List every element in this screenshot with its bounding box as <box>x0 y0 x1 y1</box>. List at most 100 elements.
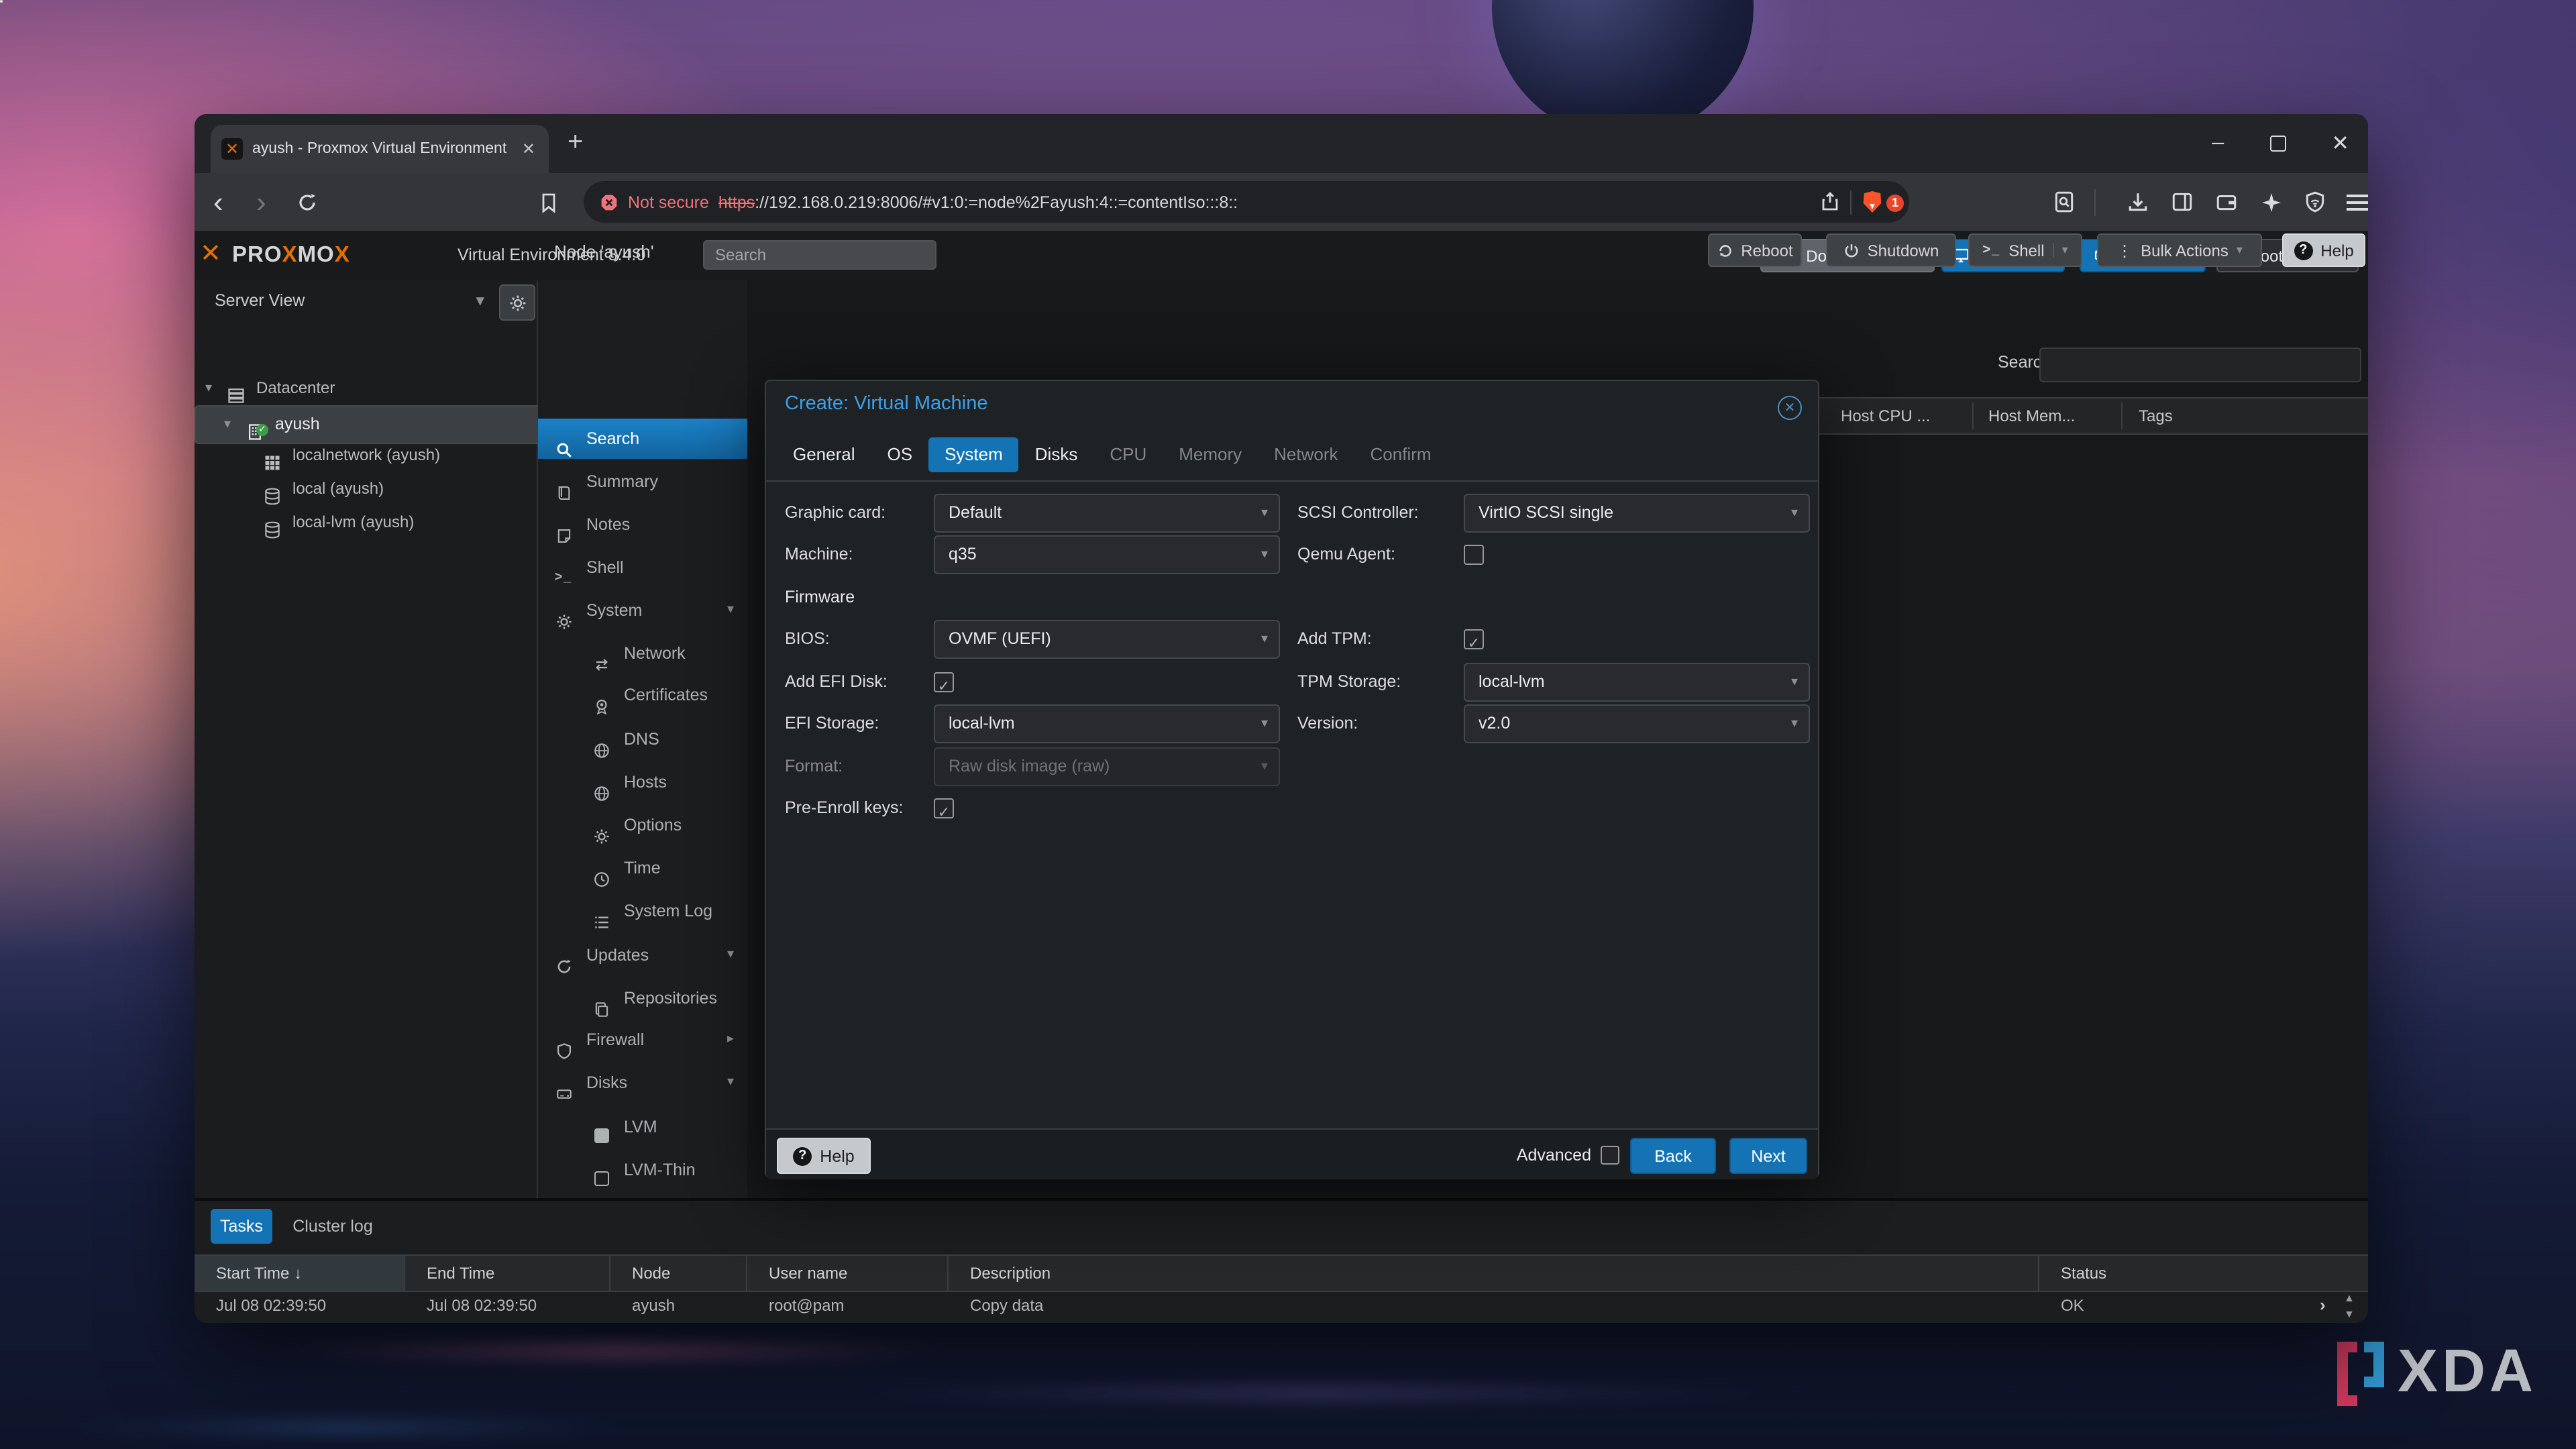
advanced-label: Advanced <box>1497 1138 1591 1174</box>
forward-button[interactable]: › <box>256 173 266 231</box>
global-search-input[interactable] <box>703 240 936 270</box>
advanced-checkbox[interactable] <box>1601 1146 1619 1165</box>
downloads-icon[interactable] <box>2127 173 2149 231</box>
tab-close-icon[interactable]: ✕ <box>519 140 538 158</box>
add-efi-disk-checkbox[interactable] <box>934 672 954 692</box>
column-status[interactable]: Status <box>2039 1256 2340 1291</box>
menu-item-disks[interactable]: Disks ▾ <box>538 1063 747 1103</box>
next-button[interactable]: Next <box>1729 1138 1807 1174</box>
brave-shields-icon[interactable] <box>1861 191 1884 213</box>
scroll-down-icon[interactable]: ▼ <box>2344 1308 2355 1320</box>
menu-item-summary[interactable]: Summary <box>538 462 747 502</box>
menu-item-system-log[interactable]: System Log <box>538 891 747 931</box>
shell-button[interactable]: >_ Shell ▾ <box>1968 233 2082 267</box>
window-minimize-button[interactable]: – <box>2212 131 2224 156</box>
caret-down-icon[interactable]: ▾ <box>224 407 231 443</box>
back-button[interactable]: Back <box>1630 1138 1716 1174</box>
menu-item-lvm[interactable]: LVM <box>538 1107 747 1147</box>
tab-general[interactable]: General <box>777 437 871 472</box>
column-end-time[interactable]: End Time <box>405 1256 610 1291</box>
address-bar[interactable]: Not secure https://192.168.0.219:8006/#v… <box>584 181 1909 223</box>
share-icon[interactable] <box>1819 190 1841 214</box>
bookmark-icon[interactable] <box>538 173 559 231</box>
menu-item-network[interactable]: Network <box>538 633 747 674</box>
column-host-mem[interactable]: Host Mem... <box>1988 398 2075 433</box>
menu-item-lvm-thin[interactable]: LVM-Thin <box>538 1150 747 1190</box>
tab-disks[interactable]: Disks <box>1019 437 1094 472</box>
bulk-actions-button[interactable]: ⋮ Bulk Actions ▾ <box>2097 233 2262 267</box>
tree-item-local-storage[interactable]: local (ayush) <box>195 472 537 506</box>
caret-down-icon[interactable]: ▾ <box>727 935 734 975</box>
view-selector[interactable]: Server View ▾ <box>199 284 495 318</box>
sidebar-toggle-icon[interactable] <box>2171 173 2194 231</box>
row-chevron-icon[interactable]: › <box>2320 1289 2326 1322</box>
menu-item-options[interactable]: Options <box>538 805 747 845</box>
tree-settings-button[interactable] <box>499 284 535 321</box>
bios-select[interactable]: OVMF (UEFI)▾ <box>934 620 1280 659</box>
menu-item-time[interactable]: Time <box>538 848 747 888</box>
column-start-time[interactable]: Start Time ↓ <box>195 1256 405 1291</box>
task-row[interactable]: Jul 08 02:39:50 Jul 08 02:39:50 ayush ro… <box>195 1289 2368 1322</box>
column-description[interactable]: Description <box>949 1256 2039 1291</box>
add-tpm-checkbox[interactable] <box>1464 629 1484 649</box>
column-user-name[interactable]: User name <box>747 1256 949 1291</box>
reboot-button[interactable]: Reboot <box>1708 233 1802 267</box>
node-help-button[interactable]: ? Help <box>2282 233 2365 267</box>
window-close-button[interactable]: ✕ <box>2331 130 2349 157</box>
chevron-down-icon[interactable]: ▾ <box>2053 243 2068 258</box>
tab-system[interactable]: System <box>928 437 1019 472</box>
dialog-close-icon[interactable]: ✕ <box>1778 396 1802 420</box>
graphic-card-select[interactable]: Default▾ <box>934 494 1280 533</box>
task-user: root@pam <box>747 1289 844 1322</box>
screen: XDA ✕ ayush - Proxmox Virtual Environmen… <box>0 0 2576 1449</box>
menu-item-firewall[interactable]: Firewall ▸ <box>538 1020 747 1060</box>
reload-button[interactable] <box>297 173 318 231</box>
tree-item-localnetwork[interactable]: localnetwork (ayush) <box>195 439 537 472</box>
menu-item-dns[interactable]: DNS <box>538 719 747 759</box>
column-host-cpu[interactable]: Host CPU ... <box>1841 398 1930 433</box>
caret-down-icon[interactable]: ▾ <box>727 1063 734 1103</box>
shutdown-button[interactable]: Shutdown <box>1826 233 1956 267</box>
scsi-controller-select[interactable]: VirtIO SCSI single▾ <box>1464 494 1810 533</box>
new-tab-button[interactable]: + <box>568 127 583 158</box>
vpn-shield-icon[interactable] <box>2304 173 2326 231</box>
chevron-down-icon: ▾ <box>1261 621 1268 657</box>
browser-tab[interactable]: ✕ ayush - Proxmox Virtual Environment ✕ <box>211 125 549 173</box>
menu-item-system[interactable]: System ▾ <box>538 590 747 631</box>
tree-item-local-lvm-storage[interactable]: local-lvm (ayush) <box>195 506 537 539</box>
scroll-up-icon[interactable]: ▲ <box>2344 1292 2355 1304</box>
pre-enroll-keys-checkbox[interactable] <box>934 798 954 818</box>
tab-tasks[interactable]: Tasks <box>211 1209 272 1244</box>
chevron-down-icon: ▾ <box>1791 706 1798 742</box>
tpm-version-select[interactable]: v2.0▾ <box>1464 704 1810 743</box>
wallet-icon[interactable] <box>2215 173 2238 231</box>
efi-storage-select[interactable]: local-lvm▾ <box>934 704 1280 743</box>
search-tabs-icon[interactable] <box>2053 173 2076 231</box>
back-button[interactable]: ‹ <box>213 173 223 231</box>
menu-item-updates[interactable]: Updates ▾ <box>538 935 747 975</box>
tpm-storage-select[interactable]: local-lvm▾ <box>1464 663 1810 702</box>
menu-item-repositories[interactable]: Repositories <box>538 978 747 1018</box>
tab-os[interactable]: OS <box>871 437 929 472</box>
menu-hamburger-icon[interactable] <box>2347 173 2368 231</box>
menu-item-shell[interactable]: >_ Shell <box>538 547 747 588</box>
grid-search-input[interactable] <box>2039 347 2361 382</box>
caret-down-icon[interactable]: ▾ <box>727 590 734 631</box>
menu-item-search[interactable]: Search <box>538 419 747 459</box>
qemu-agent-checkbox[interactable] <box>1464 545 1484 565</box>
tree-item-datacenter[interactable]: ▾ Datacenter <box>195 372 537 405</box>
menu-item-hosts[interactable]: Hosts <box>538 762 747 802</box>
window-maximize-button[interactable] <box>2269 136 2286 152</box>
column-tags[interactable]: Tags <box>2139 398 2173 433</box>
url-text[interactable]: https://192.168.0.219:8006/#v1:0:=node%2… <box>718 193 1810 211</box>
chevron-down-icon: ▾ <box>1791 664 1798 700</box>
menu-item-certificates[interactable]: Certificates <box>538 675 747 715</box>
menu-item-notes[interactable]: Notes <box>538 504 747 545</box>
caret-right-icon[interactable]: ▸ <box>727 1020 734 1060</box>
caret-down-icon[interactable]: ▾ <box>205 372 212 405</box>
leo-ai-icon[interactable] <box>2261 173 2282 231</box>
machine-select[interactable]: q35▾ <box>934 535 1280 574</box>
dialog-help-button[interactable]: ? Help <box>777 1138 871 1174</box>
tab-cluster-log[interactable]: Cluster log <box>283 1209 382 1244</box>
column-node[interactable]: Node <box>610 1256 747 1291</box>
